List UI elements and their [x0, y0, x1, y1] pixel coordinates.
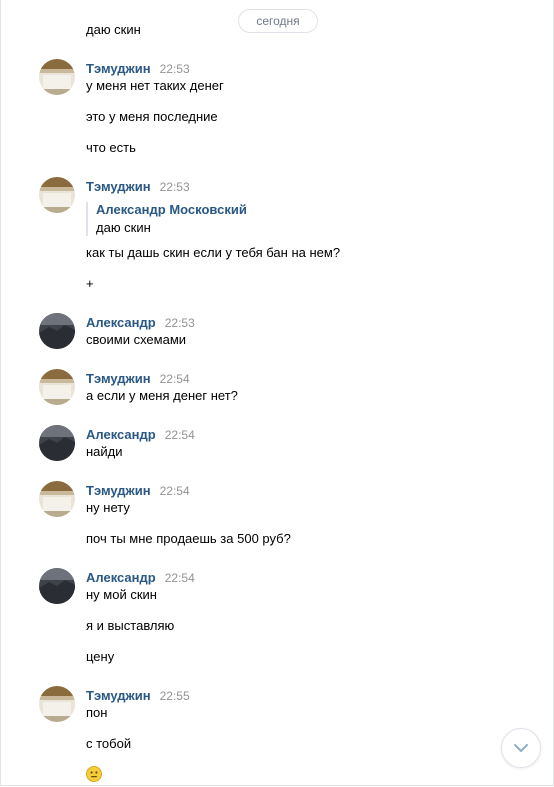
message-text: даю скин: [86, 22, 141, 37]
message-time[interactable]: 22:53: [160, 62, 190, 76]
message-author[interactable]: Александр 22:53: [86, 315, 195, 331]
author-link[interactable]: Тэмуджин: [86, 688, 151, 703]
message-time[interactable]: 22:55: [160, 689, 190, 703]
message-text: поч ты мне продаешь за 500 руб?: [86, 531, 291, 546]
chat-history-panel: даю скин сегодня Тэмуджин 22:53 у меня не…: [0, 0, 554, 786]
message-author[interactable]: Тэмуджин 22:55: [86, 688, 190, 704]
scroll-down-button[interactable]: [501, 728, 541, 768]
author-link[interactable]: Тэмуджин: [86, 371, 151, 386]
message-time[interactable]: 22:53: [165, 316, 195, 330]
message-time[interactable]: 22:54: [165, 428, 195, 442]
message-author[interactable]: Тэмуджин 22:53: [86, 61, 190, 77]
message-text: пон: [86, 705, 108, 720]
message-text: найди: [86, 444, 123, 459]
message-time[interactable]: 22:53: [160, 180, 190, 194]
message-text: +: [86, 276, 94, 291]
avatar-temujin[interactable]: [39, 177, 75, 213]
author-link[interactable]: Александр: [86, 427, 156, 442]
author-link[interactable]: Тэмуджин: [86, 61, 151, 76]
message-time[interactable]: 22:54: [160, 484, 190, 498]
avatar-alexander[interactable]: [39, 313, 75, 349]
message-text: ну нету: [86, 500, 130, 515]
message-text: а если у меня денег нет?: [86, 388, 238, 403]
avatar-alexander[interactable]: [39, 425, 75, 461]
quote-author[interactable]: Александр Московский: [96, 202, 247, 218]
message-text: я и выставляю: [86, 618, 175, 633]
author-link[interactable]: Александр: [86, 315, 156, 330]
message-author[interactable]: Тэмуджин 22:54: [86, 483, 190, 499]
message-text: что есть: [86, 140, 136, 155]
message-text: ну мой скин: [86, 587, 157, 602]
message-author[interactable]: Александр 22:54: [86, 570, 195, 586]
author-link[interactable]: Тэмуджин: [86, 483, 151, 498]
date-divider: сегодня: [238, 9, 318, 33]
author-link[interactable]: Тэмуджин: [86, 179, 151, 194]
avatar-temujin[interactable]: [39, 59, 75, 95]
message-author[interactable]: Александр 22:54: [86, 427, 195, 443]
avatar-alexander[interactable]: [39, 568, 75, 604]
avatar-temujin[interactable]: [39, 369, 75, 405]
chevron-down-icon: [514, 744, 528, 752]
avatar-temujin[interactable]: [39, 686, 75, 722]
message-time[interactable]: 22:54: [160, 372, 190, 386]
quoted-message[interactable]: Александр Московский даю скин: [86, 202, 247, 236]
message-author[interactable]: Тэмуджин 22:53: [86, 179, 190, 195]
author-link[interactable]: Александр: [86, 570, 156, 585]
message-text: у меня нет таких денег: [86, 78, 224, 93]
message-text: своими схемами: [86, 332, 187, 347]
message-author[interactable]: Тэмуджин 22:54: [86, 371, 190, 387]
avatar-temujin[interactable]: [39, 481, 75, 517]
quote-text: даю скин: [96, 220, 151, 235]
message-time[interactable]: 22:54: [165, 571, 195, 585]
message-text: цену: [86, 649, 115, 664]
message-text: это у меня последние: [86, 109, 218, 124]
message-text: с тобой: [86, 736, 132, 751]
neutral-face-emoji-icon: [86, 766, 102, 782]
message-text: как ты дашь скин если у тебя бан на нем?: [86, 245, 341, 260]
